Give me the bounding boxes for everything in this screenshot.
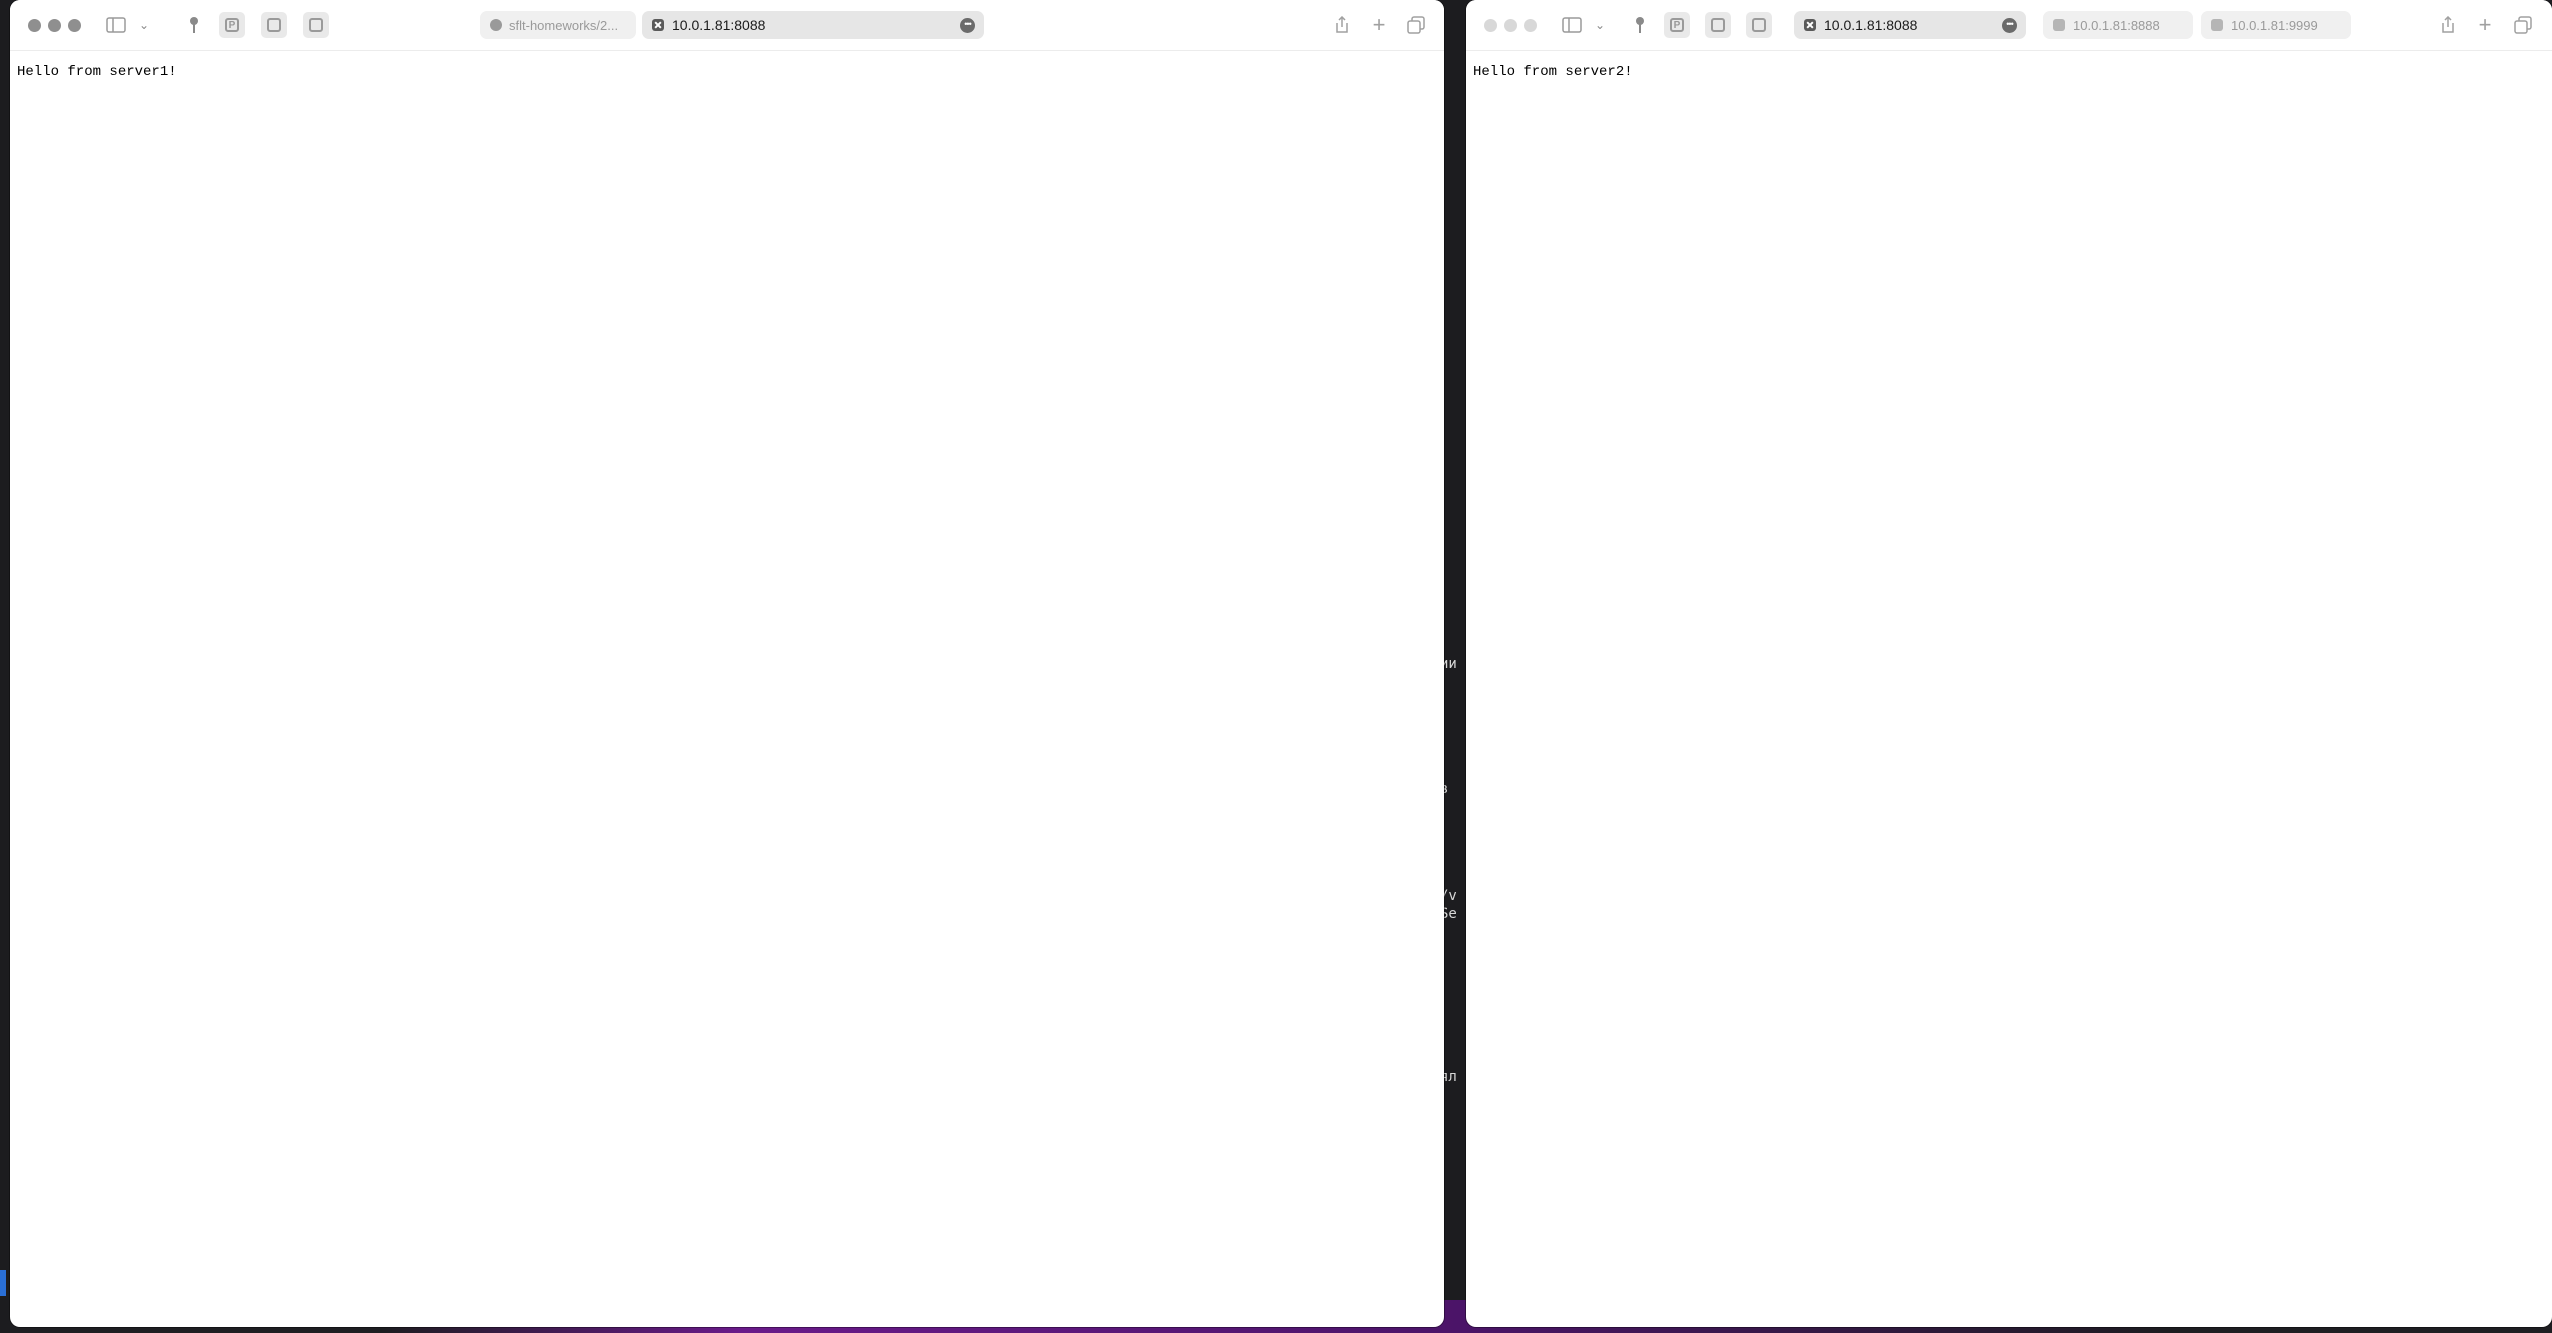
key-icon[interactable] bbox=[182, 13, 206, 37]
extension-layout-icon[interactable] bbox=[1705, 12, 1731, 38]
address-text[interactable]: 10.0.1.81:8088 bbox=[672, 17, 765, 33]
extension-layout-icon[interactable] bbox=[261, 12, 287, 38]
page-body-text: Hello from server2! bbox=[1473, 64, 1633, 80]
page-icon bbox=[2211, 19, 2223, 31]
browser-window-left[interactable]: ⌄ P sflt-homeworks/2... 10.0.1.81:8088 •… bbox=[10, 0, 1444, 1327]
share-icon[interactable] bbox=[1330, 13, 1354, 37]
address-text[interactable]: 10.0.1.81:8088 bbox=[1824, 17, 1917, 33]
minimize-window-button[interactable] bbox=[1504, 19, 1517, 32]
close-icon[interactable] bbox=[652, 19, 664, 31]
extension-grid-icon[interactable] bbox=[1746, 12, 1772, 38]
page-body-text: Hello from server1! bbox=[17, 64, 177, 80]
sidebar-toggle-icon[interactable] bbox=[1560, 13, 1584, 37]
browser-window-right[interactable]: ⌄ P 10.0.1.81:8088 ••• 10.0.1.81:8888 10… bbox=[1466, 0, 2552, 1327]
close-icon[interactable] bbox=[1804, 19, 1816, 31]
new-tab-icon[interactable]: + bbox=[2473, 13, 2497, 37]
extension-p-icon[interactable]: P bbox=[219, 12, 245, 38]
chevron-down-icon[interactable]: ⌄ bbox=[1588, 13, 1612, 37]
tab-overview-icon[interactable] bbox=[2511, 13, 2535, 37]
browser-toolbar: ⌄ P 10.0.1.81:8088 ••• 10.0.1.81:8888 10… bbox=[1466, 0, 2552, 51]
tab-label: 10.0.1.81:8888 bbox=[2073, 17, 2160, 33]
tab-sflt-homeworks[interactable]: sflt-homeworks/2... bbox=[480, 11, 636, 39]
more-icon[interactable]: ••• bbox=[960, 18, 975, 33]
close-window-button[interactable] bbox=[28, 19, 41, 32]
zoom-window-button[interactable] bbox=[1524, 19, 1537, 32]
page-icon bbox=[2053, 19, 2065, 31]
minimize-window-button[interactable] bbox=[48, 19, 61, 32]
key-icon[interactable] bbox=[1628, 13, 1652, 37]
tab-port-9999[interactable]: 10.0.1.81:9999 bbox=[2201, 11, 2351, 39]
new-tab-icon[interactable]: + bbox=[1367, 13, 1391, 37]
tab-label: 10.0.1.81:9999 bbox=[2231, 17, 2318, 33]
chevron-down-icon[interactable]: ⌄ bbox=[132, 13, 156, 37]
zoom-window-button[interactable] bbox=[68, 19, 81, 32]
tab-active-address[interactable]: 10.0.1.81:8088 ••• bbox=[642, 11, 984, 39]
browser-toolbar: ⌄ P sflt-homeworks/2... 10.0.1.81:8088 •… bbox=[10, 0, 1444, 51]
background-window-edge bbox=[0, 0, 10, 1333]
tab-overview-icon[interactable] bbox=[1404, 13, 1428, 37]
extension-grid-icon[interactable] bbox=[303, 12, 329, 38]
sidebar-toggle-icon[interactable] bbox=[104, 13, 128, 37]
share-icon[interactable] bbox=[2436, 13, 2460, 37]
extension-p-icon[interactable]: P bbox=[1664, 12, 1690, 38]
tab-port-8888[interactable]: 10.0.1.81:8888 bbox=[2043, 11, 2193, 39]
background-selection-marker bbox=[0, 1270, 6, 1296]
tab-active-address[interactable]: 10.0.1.81:8088 ••• bbox=[1794, 11, 2026, 39]
tab-label: sflt-homeworks/2... bbox=[509, 17, 619, 33]
close-window-button[interactable] bbox=[1484, 19, 1497, 32]
github-icon bbox=[490, 19, 502, 31]
more-icon[interactable]: ••• bbox=[2002, 18, 2017, 33]
